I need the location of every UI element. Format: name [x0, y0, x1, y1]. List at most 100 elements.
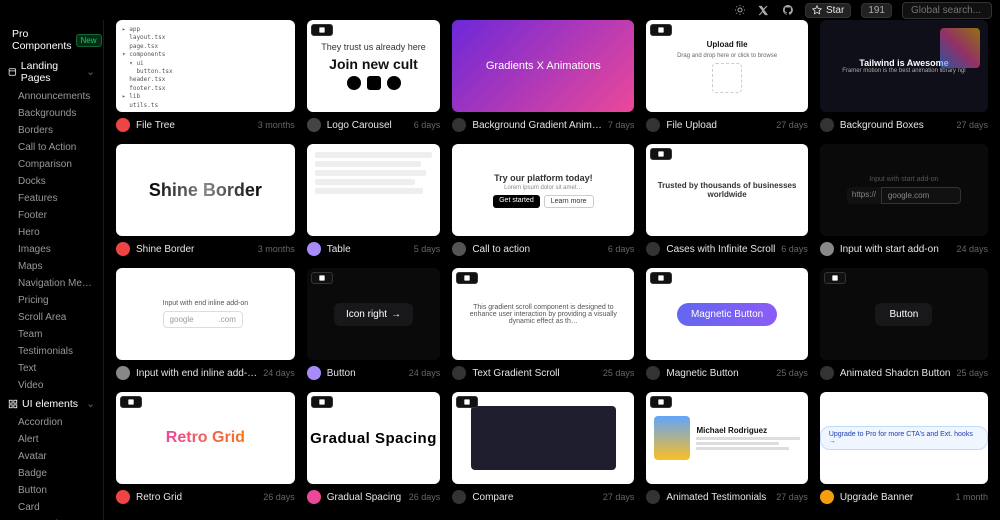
author-avatar[interactable] — [116, 490, 130, 504]
sidebar-item[interactable]: Accordion — [0, 414, 103, 431]
sidebar-item[interactable]: Features — [0, 190, 103, 207]
card-preview[interactable]: Michael Rodriguez — [646, 392, 807, 484]
card-preview[interactable] — [452, 392, 634, 484]
card-preview[interactable]: ▸ app layout.tsx page.tsx▾ components ▾ … — [116, 20, 295, 112]
card-preview[interactable]: Input with start add-onhttps:// — [820, 144, 988, 236]
component-card[interactable]: They trust us already hereJoin new cult … — [307, 20, 441, 132]
component-card[interactable]: Michael Rodriguez Animated Testimonials … — [646, 392, 807, 504]
sidebar-item[interactable]: Call to Action — [0, 139, 103, 156]
sidebar-item[interactable]: Avatar — [0, 448, 103, 465]
card-preview[interactable]: Shine Border — [116, 144, 295, 236]
component-card[interactable]: Input with start add-onhttps:// Input wi… — [820, 144, 988, 256]
sidebar-item[interactable]: Images — [0, 241, 103, 258]
sidebar-item[interactable]: Team — [0, 326, 103, 343]
author-avatar[interactable] — [820, 490, 834, 504]
component-card[interactable]: Table 5 days — [307, 144, 441, 256]
theme-toggle-icon[interactable] — [733, 3, 747, 17]
sidebar-section-landing[interactable]: Landing Pages ⌄ — [0, 56, 103, 88]
sidebar-item[interactable]: Carousel — [0, 516, 103, 520]
card-preview[interactable]: Icon right → — [307, 268, 441, 360]
sidebar-item[interactable]: Announcements — [0, 88, 103, 105]
author-avatar[interactable] — [307, 490, 321, 504]
sidebar-item[interactable]: Borders — [0, 122, 103, 139]
component-card[interactable]: Compare 27 days — [452, 392, 634, 504]
author-avatar[interactable] — [646, 490, 660, 504]
component-card[interactable]: Icon right → Button 24 days — [307, 268, 441, 380]
sidebar-item[interactable]: Testimonials — [0, 343, 103, 360]
sidebar-item[interactable]: Hero — [0, 224, 103, 241]
author-avatar[interactable] — [646, 118, 660, 132]
card-preview[interactable]: Upgrade to Pro for more CTA's and Ext. h… — [820, 392, 988, 484]
sidebar-item[interactable]: Card — [0, 499, 103, 516]
card-preview[interactable]: Trusted by thousands of businesses world… — [646, 144, 807, 236]
x-twitter-icon[interactable] — [757, 3, 771, 17]
star-count[interactable]: 191 — [861, 3, 892, 18]
global-search-input[interactable] — [902, 2, 992, 19]
author-avatar[interactable] — [116, 118, 130, 132]
card-preview[interactable] — [307, 144, 441, 236]
component-card[interactable]: Gradual Spacing Gradual Spacing 26 days — [307, 392, 441, 504]
component-card[interactable]: Tailwind is AwesomeFramer motion is the … — [820, 20, 988, 132]
author-avatar[interactable] — [307, 242, 321, 256]
card-preview[interactable]: Retro Grid — [116, 392, 295, 484]
component-card[interactable]: Upgrade to Pro for more CTA's and Ext. h… — [820, 392, 988, 504]
card-preview[interactable]: Button — [820, 268, 988, 360]
author-avatar[interactable] — [452, 242, 466, 256]
author-avatar[interactable] — [452, 118, 466, 132]
author-avatar[interactable] — [307, 118, 321, 132]
card-title: Input with end inline add-… — [136, 368, 257, 379]
author-avatar[interactable] — [820, 118, 834, 132]
component-card[interactable]: Button Animated Shadcn Button 25 days — [820, 268, 988, 380]
sidebar-item[interactable]: Alert — [0, 431, 103, 448]
component-card[interactable]: ▸ app layout.tsx page.tsx▾ components ▾ … — [116, 20, 295, 132]
author-avatar[interactable] — [820, 242, 834, 256]
github-icon[interactable] — [781, 3, 795, 17]
sidebar-item[interactable]: Maps — [0, 258, 103, 275]
sidebar-item[interactable]: Pricing — [0, 292, 103, 309]
pro-tag — [650, 24, 672, 36]
component-card[interactable]: Input with end inline add-on.com Input w… — [116, 268, 295, 380]
sidebar-section-ui[interactable]: UI elements ⌄ — [0, 394, 103, 414]
card-meta: Button 24 days — [307, 366, 441, 380]
component-card[interactable]: Upload fileDrag and drop here or click t… — [646, 20, 807, 132]
card-preview[interactable]: Magnetic Button — [646, 268, 807, 360]
card-preview[interactable]: They trust us already hereJoin new cult — [307, 20, 441, 112]
author-avatar[interactable] — [116, 366, 130, 380]
author-avatar[interactable] — [452, 490, 466, 504]
card-preview[interactable]: Try our platform today!Lorem ipsum dolor… — [452, 144, 634, 236]
card-preview[interactable]: This gradient scroll component is design… — [452, 268, 634, 360]
component-card[interactable]: Shine Border Shine Border 3 months — [116, 144, 295, 256]
component-card[interactable]: Magnetic Button Magnetic Button 25 days — [646, 268, 807, 380]
sidebar-pro-components[interactable]: Pro Components New — [0, 24, 103, 56]
sidebar-item[interactable]: Badge — [0, 465, 103, 482]
github-star-button[interactable]: Star — [805, 3, 851, 18]
card-preview[interactable]: Tailwind is AwesomeFramer motion is the … — [820, 20, 988, 112]
sidebar-item[interactable]: Footer — [0, 207, 103, 224]
component-card[interactable]: Gradients X Animations Background Gradie… — [452, 20, 634, 132]
sidebar-item[interactable]: Button — [0, 482, 103, 499]
sidebar-item[interactable]: Video — [0, 377, 103, 394]
card-preview[interactable]: Gradual Spacing — [307, 392, 441, 484]
card-preview[interactable]: Input with end inline add-on.com — [116, 268, 295, 360]
card-time: 25 days — [776, 368, 808, 378]
sidebar-item[interactable]: Backgrounds — [0, 105, 103, 122]
chevron-down-icon: ⌄ — [86, 66, 95, 78]
card-time: 6 days — [414, 120, 441, 130]
sidebar-item[interactable]: Docks — [0, 173, 103, 190]
author-avatar[interactable] — [820, 366, 834, 380]
author-avatar[interactable] — [116, 242, 130, 256]
component-card[interactable]: Trusted by thousands of businesses world… — [646, 144, 807, 256]
sidebar-item[interactable]: Navigation Menus — [0, 275, 103, 292]
author-avatar[interactable] — [646, 366, 660, 380]
component-card[interactable]: Retro Grid Retro Grid 26 days — [116, 392, 295, 504]
card-preview[interactable]: Upload fileDrag and drop here or click t… — [646, 20, 807, 112]
sidebar-item[interactable]: Comparison — [0, 156, 103, 173]
sidebar-item[interactable]: Scroll Area — [0, 309, 103, 326]
author-avatar[interactable] — [452, 366, 466, 380]
author-avatar[interactable] — [307, 366, 321, 380]
author-avatar[interactable] — [646, 242, 660, 256]
card-preview[interactable]: Gradients X Animations — [452, 20, 634, 112]
component-card[interactable]: This gradient scroll component is design… — [452, 268, 634, 380]
sidebar-item[interactable]: Text — [0, 360, 103, 377]
component-card[interactable]: Try our platform today!Lorem ipsum dolor… — [452, 144, 634, 256]
